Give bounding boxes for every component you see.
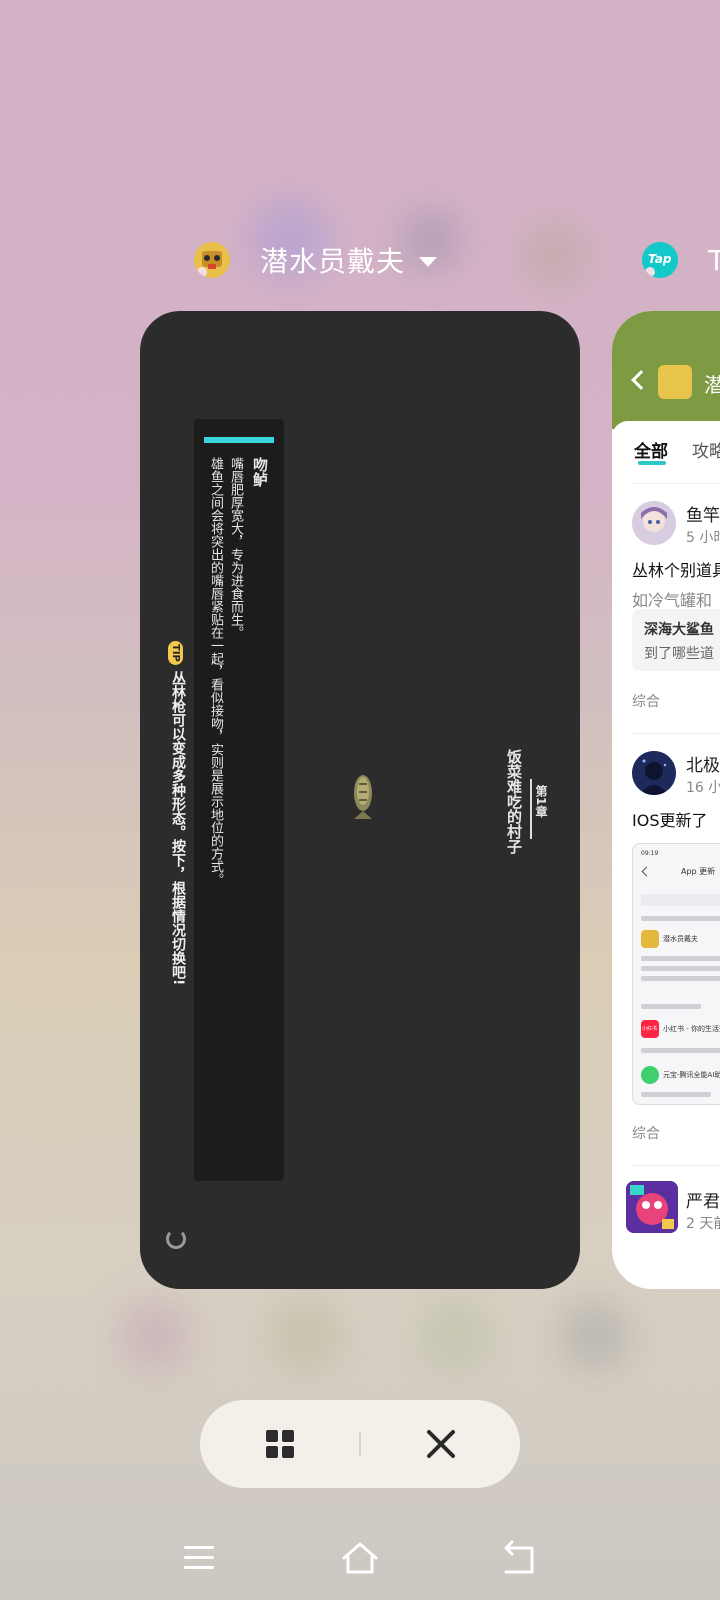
screenshot-app-name: 小红书 - 你的生活兴趣社区: [663, 1025, 720, 1033]
screenshot-text-line: [641, 976, 720, 981]
screenshot-text-line: [641, 916, 720, 921]
wallpaper-blob: [560, 1300, 630, 1370]
screenshot-app-icon-label: 小红书: [642, 1026, 658, 1032]
quoted-post[interactable]: 深海大鲨鱼 到了哪些道: [632, 609, 720, 671]
home-icon[interactable]: [338, 1536, 382, 1580]
divider: [359, 1432, 361, 1456]
wallpaper-blob: [270, 1300, 340, 1370]
fish-description-line1: 嘴唇肥厚宽大，专为进食而生。: [228, 457, 243, 639]
avatar[interactable]: [632, 751, 676, 795]
screenshot-app-icon: 小红书: [641, 1020, 659, 1038]
back-icon[interactable]: [631, 370, 651, 390]
chapter-number: 第1章: [534, 785, 548, 818]
fish-name: 吻鲈: [251, 457, 269, 487]
screenshot-page-title: App 更新: [681, 867, 716, 876]
post-time: 16 小: [686, 780, 720, 796]
post-excerpt: 如冷气罐和: [632, 591, 713, 610]
post-tag[interactable]: 综合: [632, 1123, 660, 1143]
quote-text: 到了哪些道: [644, 646, 714, 662]
screenshot-back-icon: [641, 866, 652, 877]
app-header-tap[interactable]: Tap T: [642, 232, 720, 288]
post-image-screenshot[interactable]: 09:19 App 更新 潜水员戴夫 小红书 小红书 - 你的生活兴趣社区 元宝…: [632, 843, 720, 1105]
close-all-icon[interactable]: [424, 1427, 458, 1461]
divider: [632, 483, 720, 484]
screenshot-text-line: [641, 1092, 711, 1097]
screenshot-app-name: 元宝-腾讯全能AI助手: [663, 1071, 720, 1079]
avatar[interactable]: [632, 501, 676, 545]
back-icon[interactable]: [498, 1536, 542, 1580]
tap-feed: 全部 攻略 鱼竿 5 小时 丛林个别道具 如冷气罐和 深海大鲨鱼 到了哪些道 综…: [612, 421, 720, 1289]
tab-guides[interactable]: 攻略: [692, 437, 720, 462]
loading-spinner-icon: [166, 1229, 186, 1249]
tap-header: 潜: [612, 311, 720, 429]
app-header-diver-dave[interactable]: 潜水员戴夫: [194, 232, 438, 288]
wallpaper-blob: [520, 220, 590, 290]
loading-tip: TIP 丛林枪可以变成多种形态。按下，根据情况切换吧!: [168, 641, 188, 985]
post-author[interactable]: 严君: [686, 1187, 720, 1212]
app-title: T: [708, 243, 720, 277]
post-author[interactable]: 北极: [686, 751, 720, 776]
tap-header-title: 潜: [704, 373, 720, 397]
split-screen-icon[interactable]: [266, 1430, 294, 1458]
screenshot-text-line: [641, 1048, 720, 1053]
post-time: 5 小时: [686, 530, 720, 546]
tip-text: 丛林枪可以变成多种形态。按下，根据情况切换吧!: [170, 670, 186, 986]
app-card-diver-dave[interactable]: 吻鲈 嘴唇肥厚宽大，专为进食而生。 雄鱼之间会将突出的嘴唇紧贴在一起，看似接吻，…: [140, 311, 580, 1289]
screenshot-text-line: [641, 1004, 701, 1009]
chevron-down-icon[interactable]: [419, 257, 438, 267]
post-tag[interactable]: 综合: [632, 691, 660, 711]
game-icon: [658, 365, 692, 399]
tab-active-indicator: [638, 461, 666, 465]
fish-icon: [354, 775, 372, 819]
post-title[interactable]: IOS更新了: [632, 807, 707, 831]
post-title[interactable]: 丛林个别道具: [632, 557, 720, 581]
chapter-divider: [530, 779, 532, 839]
screenshot-app-icon: [641, 1066, 659, 1084]
screenshot-text-line: [641, 966, 720, 971]
tab-all[interactable]: 全部: [634, 437, 668, 462]
fish-description-line2: 雄鱼之间会将突出的嘴唇紧贴在一起，看似接吻，实则是展示地位的方式。: [208, 457, 223, 886]
divider: [632, 733, 720, 734]
wallpaper-blob: [420, 1300, 490, 1370]
post-author[interactable]: 鱼竿: [686, 501, 720, 526]
quote-title: 深海大鲨鱼: [644, 622, 714, 638]
screenshot-text-line: [641, 956, 720, 961]
divider: [632, 1165, 720, 1166]
app-card-taptap[interactable]: 潜 全部 攻略 鱼竿 5 小时 丛林个别道具 如冷气罐和 深海大鲨鱼 到了哪些道…: [612, 311, 720, 1289]
chapter-name: 饭菜难吃的村子: [505, 749, 523, 854]
recents-action-bar: [200, 1400, 520, 1488]
taptap-app-icon: Tap: [642, 242, 678, 278]
avatar[interactable]: [626, 1181, 678, 1233]
screenshot-app-icon: [641, 930, 659, 948]
panel-accent-bar: [204, 437, 274, 443]
app-title: 潜水员戴夫: [260, 245, 406, 278]
menu-icon[interactable]: [178, 1536, 222, 1580]
tip-badge: TIP: [168, 641, 183, 665]
screenshot-status-time: 09:19: [641, 850, 659, 857]
taptap-icon-label: Tap: [648, 252, 672, 266]
diver-dave-app-icon: [194, 242, 230, 278]
screenshot-app-name: 潜水员戴夫: [663, 935, 698, 943]
wallpaper-blob: [120, 1300, 190, 1370]
screenshot-search-bar: [641, 894, 720, 906]
post-time: 2 天前: [686, 1216, 720, 1232]
fish-info-panel: 吻鲈 嘴唇肥厚宽大，专为进食而生。 雄鱼之间会将突出的嘴唇紧贴在一起，看似接吻，…: [194, 419, 284, 1181]
